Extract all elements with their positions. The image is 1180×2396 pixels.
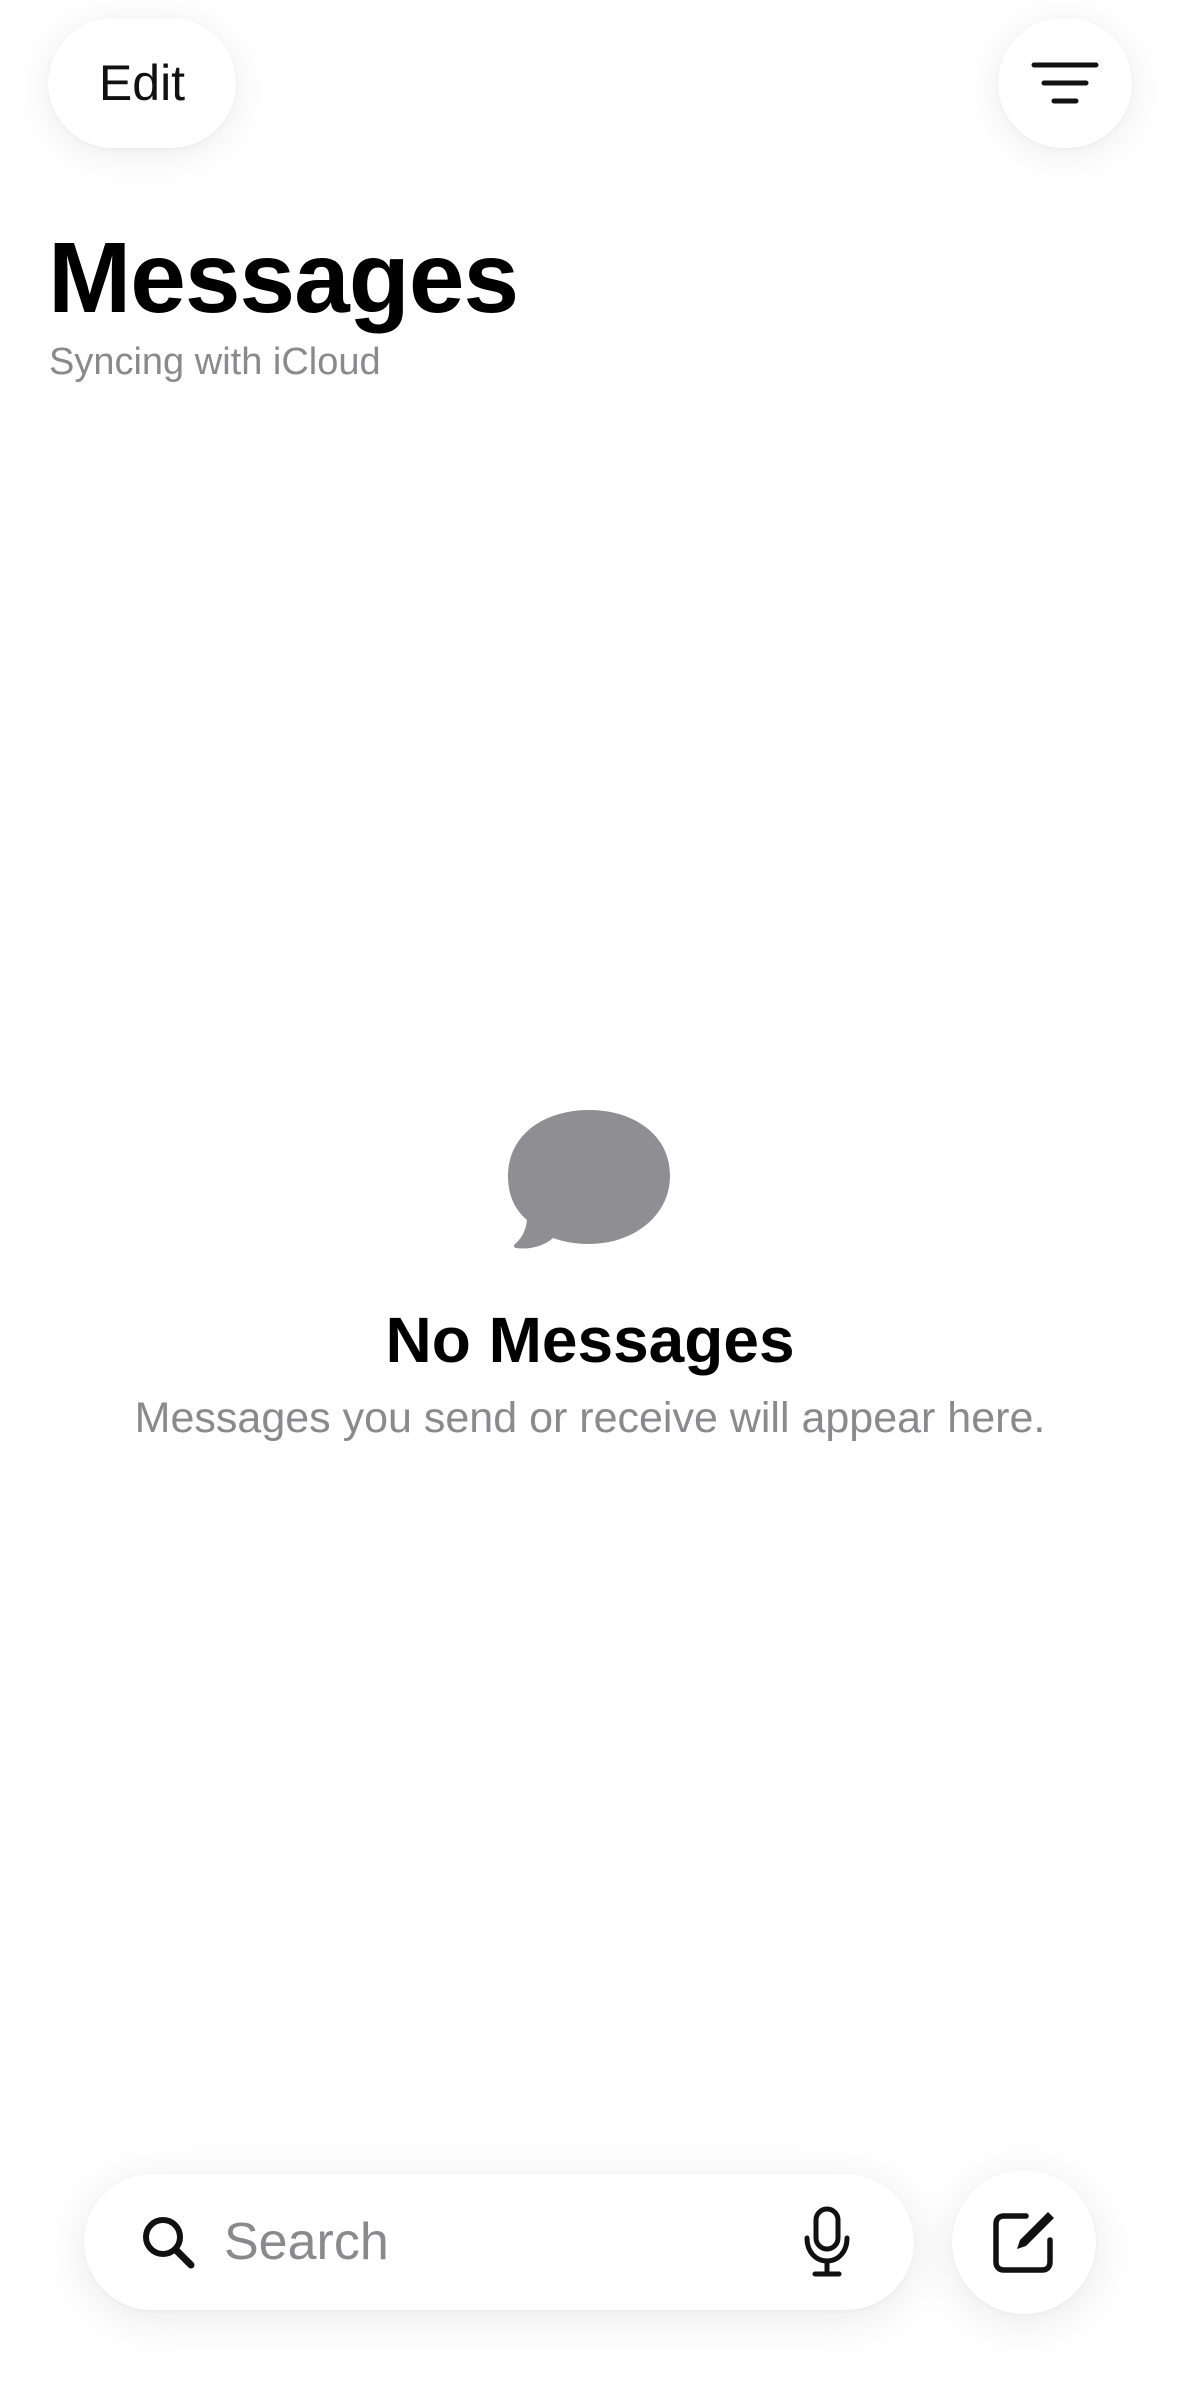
empty-state-description: Messages you send or receive will appear… xyxy=(134,1394,1046,1442)
search-bar[interactable] xyxy=(84,2174,914,2310)
sync-status: Syncing with iCloud xyxy=(49,341,381,383)
search-icon xyxy=(143,2217,195,2269)
filter-button[interactable] xyxy=(998,18,1132,148)
empty-state-title: No Messages xyxy=(385,1304,795,1376)
message-bubble-icon xyxy=(508,1110,670,1249)
compose-icon xyxy=(993,2212,1054,2273)
filter-lines-icon xyxy=(1031,62,1099,104)
edit-button-label: Edit xyxy=(98,55,186,111)
messages-screen: Edit Messages Syncing with iCloud No Mes… xyxy=(0,0,1180,2396)
microphone-icon[interactable] xyxy=(802,2206,852,2278)
edit-button[interactable]: Edit xyxy=(48,18,236,148)
compose-button[interactable] xyxy=(952,2170,1096,2314)
page-title: Messages xyxy=(48,222,519,334)
search-input[interactable] xyxy=(224,2202,824,2282)
